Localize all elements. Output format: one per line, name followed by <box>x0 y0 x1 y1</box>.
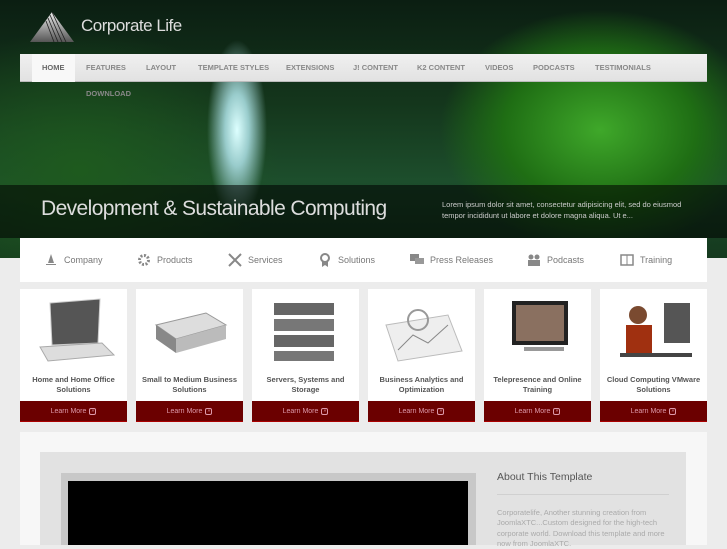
iconbar-solutions[interactable]: Solutions <box>318 238 375 282</box>
arrow-icon: » <box>437 407 445 415</box>
server-image <box>154 312 228 353</box>
users-icon <box>528 254 540 266</box>
award-icon <box>320 253 330 267</box>
arrow-icon: » <box>553 407 561 415</box>
iconbar-podcasts[interactable]: Podcasts <box>527 238 584 282</box>
iconbar-label: Solutions <box>338 255 376 265</box>
nav-template-styles[interactable]: TEMPLATE STYLES <box>198 54 269 82</box>
arrow-icon: » <box>669 407 677 415</box>
bell-icon <box>46 254 56 265</box>
learn-more-button[interactable]: Learn More» <box>484 401 591 422</box>
telepresence-image <box>512 301 568 351</box>
iconbar-press-releases[interactable]: Press Releases <box>410 238 493 282</box>
chat-icon <box>410 254 424 264</box>
divider <box>497 494 669 495</box>
iconbar-training[interactable]: Training <box>620 238 672 282</box>
book-icon <box>620 254 634 266</box>
nav-j-content[interactable]: J! CONTENT <box>353 54 398 82</box>
nav-testimonials[interactable]: TESTIMONIALS <box>595 54 651 82</box>
about-title: About This Template <box>497 471 593 483</box>
product-card: Home and Home Office Solutions Learn Mor… <box>20 289 127 422</box>
arrow-icon: » <box>89 407 97 415</box>
learn-more-button[interactable]: Learn More» <box>20 401 127 422</box>
about-text: Corporatelife, Another stunning creation… <box>497 508 665 548</box>
server-rack-image <box>274 303 334 361</box>
card-title: Servers, Systems and Storage <box>266 375 345 394</box>
product-card: Small to Medium Business Solutions Learn… <box>136 289 243 422</box>
iconbar-label: Training <box>640 255 673 265</box>
nav-features[interactable]: FEATURES <box>86 54 126 82</box>
nav-layout[interactable]: LAYOUT <box>146 54 176 82</box>
iconbar-company[interactable]: Company <box>44 238 103 282</box>
learn-more-button[interactable]: Learn More» <box>136 401 243 422</box>
main-nav: HOME FEATURES LAYOUT TEMPLATE STYLES EXT… <box>20 54 707 82</box>
arrow-icon: » <box>321 407 329 415</box>
learn-more-button[interactable]: Learn More» <box>252 401 359 422</box>
iconbar-label: Services <box>248 255 283 265</box>
arrow-icon: » <box>205 407 213 415</box>
hero-description: Lorem ipsum dolor sit amet, consectetur … <box>442 200 682 220</box>
product-card: Servers, Systems and Storage Learn More» <box>252 289 359 422</box>
learn-more-button[interactable]: Learn More» <box>600 401 707 422</box>
person-computer-image <box>620 303 692 357</box>
iconbar-label: Podcasts <box>547 255 585 265</box>
card-title: Telepresence and Online Training <box>493 375 582 394</box>
icon-nav-bar: Company Products Services Solutions Pres… <box>20 238 707 282</box>
laptop-image <box>39 298 116 362</box>
logo-icon <box>30 12 74 42</box>
nav-podcasts[interactable]: PODCASTS <box>533 54 575 82</box>
card-title: Cloud Computing VMware Solutions <box>606 375 701 394</box>
analytics-chart-image <box>385 309 463 362</box>
nav-k2-content[interactable]: K2 CONTENT <box>417 54 465 82</box>
iconbar-label: Products <box>157 255 193 265</box>
video-player[interactable] <box>68 481 468 545</box>
iconbar-label: Company <box>64 255 103 265</box>
nav-extensions[interactable]: EXTENSIONS <box>286 54 334 82</box>
iconbar-label: Press Releases <box>430 255 494 265</box>
product-card: Business Analytics and Optimization Lear… <box>368 289 475 422</box>
brand-name[interactable]: Corporate Life <box>81 16 182 36</box>
card-title: Home and Home Office Solutions <box>32 375 115 394</box>
learn-more-button[interactable]: Learn More» <box>368 401 475 422</box>
hero-banner: Corporate Life HOME FEATURES LAYOUT TEMP… <box>0 0 727 258</box>
hero-title: Development & Sustainable Computing <box>41 197 387 220</box>
gear-icon <box>138 254 150 266</box>
iconbar-services[interactable]: Services <box>228 238 283 282</box>
nav-home[interactable]: HOME <box>32 54 75 82</box>
card-title: Business Analytics and Optimization <box>379 375 464 394</box>
product-card: Telepresence and Online Training Learn M… <box>484 289 591 422</box>
nav-videos[interactable]: VIDEOS <box>485 54 513 82</box>
card-title: Small to Medium Business Solutions <box>141 375 238 394</box>
product-card: Cloud Computing VMware Solutions Learn M… <box>600 289 707 422</box>
iconbar-products[interactable]: Products <box>137 238 193 282</box>
tools-icon <box>228 253 242 267</box>
nav-download[interactable]: DOWNLOAD <box>86 89 131 98</box>
